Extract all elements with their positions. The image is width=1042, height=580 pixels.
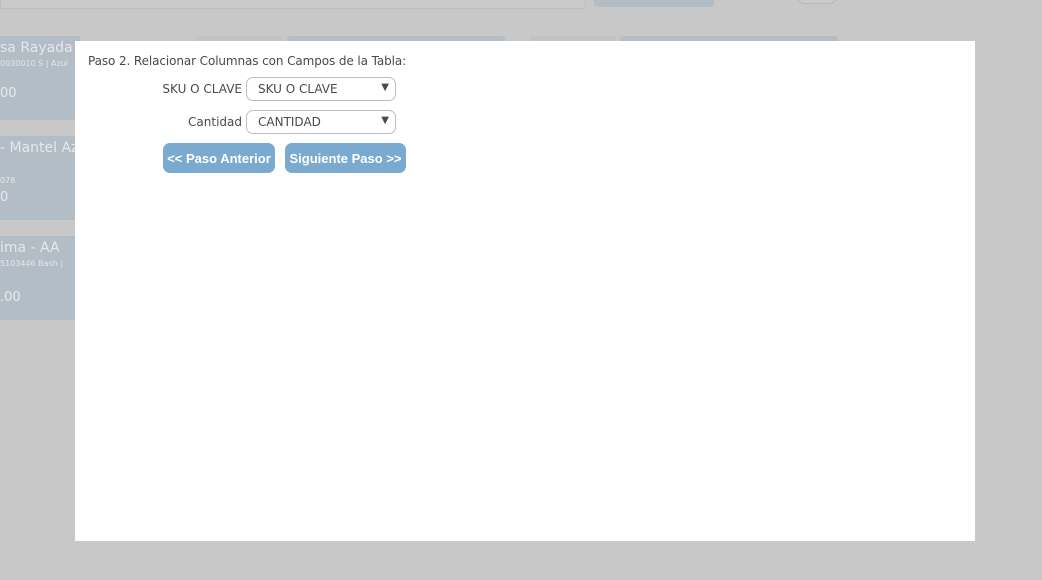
cantidad-select-value: CANTIDAD <box>258 115 321 129</box>
cantidad-label: Cantidad <box>188 115 242 129</box>
background-card-subtitle: 0030010 S | Azul <box>0 59 68 68</box>
import-modal: Paso 2. Relacionar Columnas con Campos d… <box>75 41 975 541</box>
chevron-down-icon: ▼ <box>381 82 389 93</box>
sku-column-select[interactable]: SKU O CLAVE ▼ <box>246 77 396 101</box>
background-product-card: sa Rayada - 0030010 S | Azul 00 <box>0 36 83 120</box>
background-toggle <box>796 0 838 4</box>
background-card-subtitle: 078 <box>0 176 16 185</box>
next-step-button[interactable]: Siguiente Paso >> <box>285 143 406 173</box>
background-card-subtitle: 5103446 Bash | <box>0 259 64 268</box>
background-card-price: .00 <box>0 290 21 305</box>
background-card-price: 00 <box>0 86 17 101</box>
background-card-title: ima - AA <box>0 240 60 256</box>
background-card-title: sa Rayada - <box>0 40 83 56</box>
sku-label: SKU O CLAVE <box>162 82 242 96</box>
background-search-input <box>0 0 586 9</box>
background-card-price: 0 <box>0 190 9 205</box>
sku-select-value: SKU O CLAVE <box>258 82 338 96</box>
field-label-container: SKU O CLAVE <box>75 77 242 101</box>
background-top-button <box>594 0 714 7</box>
background-product-card: ima - AA 5103446 Bash | .00 <box>0 236 80 320</box>
screen: sa Rayada - 0030010 S | Azul 00 - Mantel… <box>0 0 1042 580</box>
field-label-container: Cantidad <box>75 110 242 134</box>
previous-step-button[interactable]: << Paso Anterior <box>163 143 275 173</box>
chevron-down-icon: ▼ <box>381 115 389 126</box>
cantidad-column-select[interactable]: CANTIDAD ▼ <box>246 110 396 134</box>
background-product-card: - Mantel Azu 078 0 <box>0 136 87 220</box>
step-title: Paso 2. Relacionar Columnas con Campos d… <box>88 54 407 68</box>
